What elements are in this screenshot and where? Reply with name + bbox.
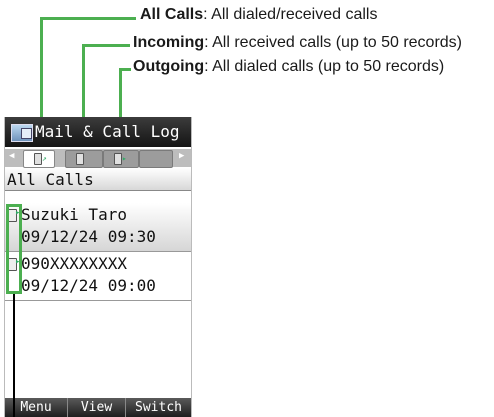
switch-softkey[interactable]: Switch	[125, 398, 191, 417]
mail-call-log-icon	[11, 124, 33, 142]
callout-desc: : All received calls (up to 50 records)	[204, 34, 462, 51]
leader-line-all-calls-h	[40, 17, 136, 20]
tab-outgoing[interactable]: ▸	[103, 150, 139, 168]
phone-screen: Mail & Call Log ◀ ↗ ▸ ▶ All Calls Suzuki…	[4, 117, 192, 417]
call-time: 09/12/24 09:00	[21, 276, 156, 295]
call-log-row[interactable]: 090XXXXXXXX 09/12/24 09:00	[5, 252, 191, 301]
callout-term: Outgoing	[133, 58, 205, 75]
callout-all-calls: All Calls: All dialed/received calls	[140, 6, 377, 24]
tab-all-calls[interactable]: ↗	[23, 150, 55, 168]
incoming-tab-icon	[76, 153, 84, 165]
callout-incoming: Incoming: All received calls (up to 50 r…	[133, 34, 462, 52]
all-calls-tab-icon	[34, 153, 42, 165]
call-log-list: Suzuki Taro 09/12/24 09:30 090XXXXXXXX 0…	[5, 203, 191, 301]
tab-right-arrow-icon[interactable]: ▶	[179, 151, 184, 161]
outgoing-arrow-icon: ▸	[122, 154, 127, 163]
outgoing-tab-icon	[114, 153, 122, 165]
all-calls-arrow-icon: ↗	[42, 154, 47, 163]
current-tab-label: All Calls	[5, 168, 191, 191]
callout-term: All Calls	[140, 6, 204, 23]
title-bar: Mail & Call Log	[5, 117, 191, 147]
caller-name: 090XXXXXXXX	[21, 254, 127, 273]
tab-bar: ◀ ↗ ▸ ▶	[5, 149, 191, 168]
caller-name: Suzuki Taro	[21, 205, 127, 224]
callout-outgoing: Outgoing: All dialed calls (up to 50 rec…	[133, 58, 444, 76]
call-time: 09/12/24 09:30	[21, 227, 156, 246]
callout-desc: : All dialed calls (up to 50 records)	[204, 58, 445, 75]
leader-line-incoming-h	[82, 44, 130, 47]
tab-incoming[interactable]	[65, 150, 103, 168]
screen-title: Mail & Call Log	[35, 122, 180, 141]
softkey-bar: Menu View Switch	[5, 398, 191, 417]
tab-left-arrow-icon[interactable]: ◀	[9, 151, 14, 161]
callout-desc: : All dialed/received calls	[203, 6, 378, 23]
callout-term: Incoming	[133, 34, 205, 51]
view-softkey[interactable]: View	[67, 398, 125, 417]
icon-column-pointer-line	[13, 294, 15, 417]
page: All Calls: All dialed/received calls Inc…	[0, 0, 494, 417]
icon-column-highlight	[6, 204, 22, 294]
call-log-row[interactable]: Suzuki Taro 09/12/24 09:30	[5, 203, 191, 252]
tab-empty	[139, 150, 173, 168]
